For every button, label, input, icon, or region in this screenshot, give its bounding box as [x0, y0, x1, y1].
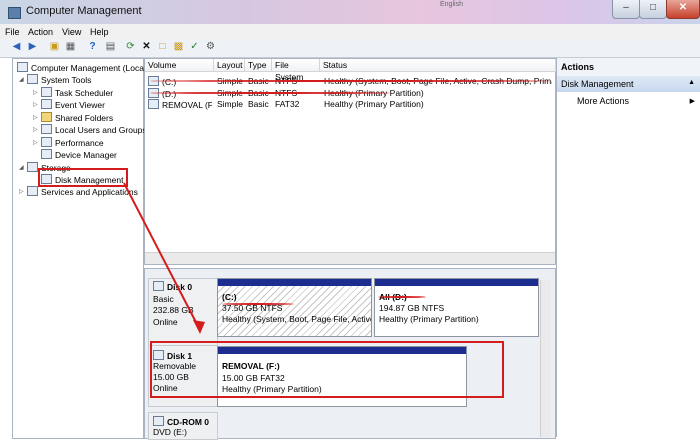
- annotation-arrow: [123, 182, 205, 334]
